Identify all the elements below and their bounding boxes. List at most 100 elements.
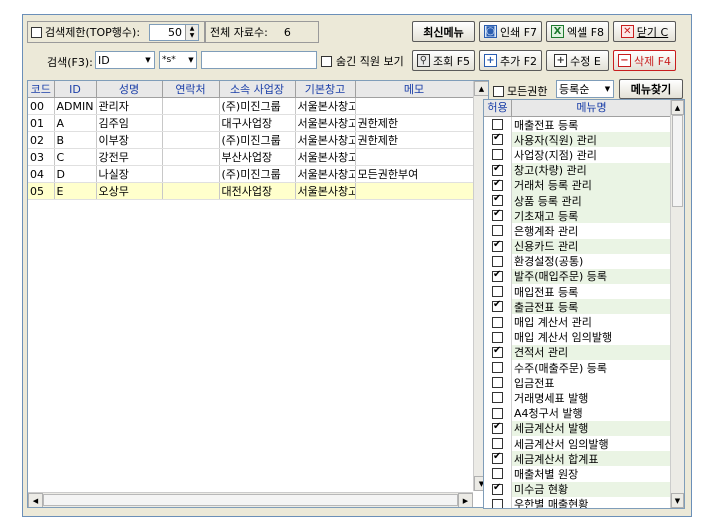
menu-permission-row[interactable]: 매출처별 원장 xyxy=(484,466,671,482)
column-header[interactable]: 메모 xyxy=(355,81,474,98)
search-limit-checkbox[interactable] xyxy=(31,26,42,38)
allow-checkbox[interactable] xyxy=(492,286,503,298)
scroll-thumb[interactable] xyxy=(43,494,458,506)
allow-checkbox[interactable] xyxy=(492,163,503,176)
table-cell[interactable]: C xyxy=(54,148,97,166)
allow-checkbox[interactable] xyxy=(492,269,503,282)
search-limit-spinner[interactable]: 50 ▲ ▼ xyxy=(149,24,199,41)
scroll-down-icon[interactable]: ▼ xyxy=(671,493,684,508)
allow-checkbox[interactable] xyxy=(492,362,503,374)
table-row[interactable]: 01 A 김주임 대구사업장 서울본사창고 권한제한 xyxy=(28,114,474,132)
table-cell[interactable] xyxy=(162,148,220,166)
allow-checkbox[interactable] xyxy=(492,255,503,267)
allow-checkbox[interactable] xyxy=(492,377,503,389)
menu-permission-row[interactable]: 입금전표 xyxy=(484,375,671,391)
table-cell[interactable] xyxy=(355,182,474,200)
table-cell[interactable]: 오상무 xyxy=(96,182,163,200)
column-header[interactable]: 연락처 xyxy=(162,81,220,98)
scroll-thumb[interactable] xyxy=(672,115,683,207)
scroll-left-icon[interactable]: ◀ xyxy=(28,493,43,507)
menu-permission-row[interactable]: 환경설정(공통) xyxy=(484,253,671,269)
allow-checkbox[interactable] xyxy=(492,193,503,207)
table-cell[interactable]: 모든권한부여 xyxy=(355,165,474,183)
table-cell[interactable]: 04 xyxy=(28,165,55,183)
table-cell[interactable]: (주)미진그룹 xyxy=(219,165,296,183)
table-cell[interactable]: 서울본사창고 xyxy=(295,131,356,149)
allow-checkbox[interactable] xyxy=(492,498,503,508)
menu-permission-row[interactable]: 매입 계산서 관리 xyxy=(484,314,671,330)
column-header[interactable]: 소속 사업장 xyxy=(219,81,296,98)
allow-checkbox[interactable] xyxy=(492,451,503,465)
menu-permission-row[interactable]: 신용카드 관리 xyxy=(484,238,671,254)
table-cell[interactable]: 서울본사창고 xyxy=(295,165,356,183)
table-cell[interactable]: 서울본사창고 xyxy=(295,148,356,166)
table-cell[interactable]: 이부장 xyxy=(96,131,163,149)
menu-permission-row[interactable]: 발주(매입주문) 등록 xyxy=(484,268,671,285)
show-hidden-checkbox[interactable] xyxy=(321,55,332,67)
menu-permission-row[interactable]: 사업장(지점) 관리 xyxy=(484,147,671,163)
table-cell[interactable]: 00 xyxy=(28,97,55,115)
menu-permission-row[interactable]: 출금전표 등록 xyxy=(484,299,671,315)
table-cell[interactable]: 01 xyxy=(28,114,55,132)
allow-checkbox[interactable] xyxy=(492,208,503,222)
excel-button[interactable]: X 엑셀 F8 xyxy=(546,21,609,42)
allow-checkbox[interactable] xyxy=(492,407,503,419)
table-cell[interactable]: 권한제한 xyxy=(355,131,474,149)
scroll-up-icon[interactable]: ▲ xyxy=(474,81,488,96)
menu-permission-row[interactable]: 우한별 매출현황 xyxy=(484,496,671,508)
chevron-down-icon[interactable]: ▼ xyxy=(602,85,613,93)
allow-checkbox[interactable] xyxy=(492,299,503,313)
menu-permission-row[interactable]: 세금계산서 임의발행 xyxy=(484,435,671,452)
allow-checkbox[interactable] xyxy=(492,345,503,358)
search-input[interactable] xyxy=(201,51,317,69)
menu-permission-row[interactable]: 은행계좌 관리 xyxy=(484,223,671,239)
table-cell[interactable]: 03 xyxy=(28,148,55,166)
allow-checkbox[interactable] xyxy=(492,331,503,343)
spinner-arrows-icon[interactable]: ▲ ▼ xyxy=(185,25,198,40)
table-cell[interactable]: 서울본사창고 xyxy=(295,182,356,200)
search-operator-select[interactable]: *s* ▼ xyxy=(159,51,197,69)
table-cell[interactable]: E xyxy=(54,182,97,200)
menu-permission-row[interactable]: A4청구서 발행 xyxy=(484,405,671,421)
all-permissions-toggle[interactable]: 모든권한 xyxy=(493,83,547,99)
menu-permission-row[interactable]: 세금계산서 합계표 xyxy=(484,451,671,467)
menu-permission-row[interactable]: 매입 계산서 임의발행 xyxy=(484,329,671,345)
table-cell[interactable]: 서울본사창고 xyxy=(295,114,356,132)
menu-permission-row[interactable]: 미수금 현황 xyxy=(484,481,671,497)
table-cell[interactable]: (주)미진그룹 xyxy=(219,131,296,149)
query-button[interactable]: ⚲ 조회 F5 xyxy=(412,50,475,71)
table-cell[interactable]: 강전무 xyxy=(96,148,163,166)
table-cell[interactable]: A xyxy=(54,114,97,132)
menu-permission-row[interactable]: 수주(매출주문) 등록 xyxy=(484,360,671,376)
allow-checkbox[interactable] xyxy=(492,225,503,237)
chevron-down-icon[interactable]: ▼ xyxy=(186,56,196,64)
table-cell[interactable]: 부산사업장 xyxy=(219,148,296,166)
table-row[interactable]: 00 ADMIN 관리자 (주)미진그룹 서울본사창고 xyxy=(28,97,474,115)
allow-checkbox[interactable] xyxy=(492,482,503,495)
table-cell[interactable] xyxy=(162,165,220,183)
table-row[interactable]: 05 E 오상무 대전사업장 서울본사창고 xyxy=(28,182,474,200)
menu-permission-row[interactable]: 거래명세표 발행 xyxy=(484,390,671,406)
table-cell[interactable]: 관리자 xyxy=(96,97,163,115)
allow-checkbox[interactable] xyxy=(492,316,503,328)
add-button[interactable]: + 추가 F2 xyxy=(479,50,542,71)
menu-permission-row[interactable]: 거래처 등록 관리 xyxy=(484,177,671,193)
horizontal-scrollbar[interactable]: ◀ ▶ xyxy=(28,492,473,507)
column-header[interactable]: 성명 xyxy=(96,81,163,98)
table-cell[interactable]: 나실장 xyxy=(96,165,163,183)
table-cell[interactable]: D xyxy=(54,165,97,183)
table-cell[interactable]: ADMIN xyxy=(54,97,97,115)
allow-checkbox[interactable] xyxy=(492,119,503,131)
menu-permission-row[interactable]: 상품 등록 관리 xyxy=(484,192,671,209)
table-cell[interactable] xyxy=(162,131,220,149)
show-hidden-toggle[interactable]: 숨긴 직원 보기 xyxy=(321,53,404,69)
allow-checkbox[interactable] xyxy=(492,178,503,191)
table-row[interactable]: 03 C 강전무 부산사업장 서울본사창고 xyxy=(28,148,474,166)
table-cell[interactable] xyxy=(162,182,220,200)
latest-menu-button[interactable]: 최신메뉴 xyxy=(412,21,475,42)
allow-checkbox[interactable] xyxy=(492,421,503,434)
table-cell[interactable]: 권한제한 xyxy=(355,114,474,132)
scroll-up-icon[interactable]: ▲ xyxy=(671,100,684,115)
all-permissions-checkbox[interactable] xyxy=(493,85,504,97)
table-cell[interactable] xyxy=(162,114,220,132)
